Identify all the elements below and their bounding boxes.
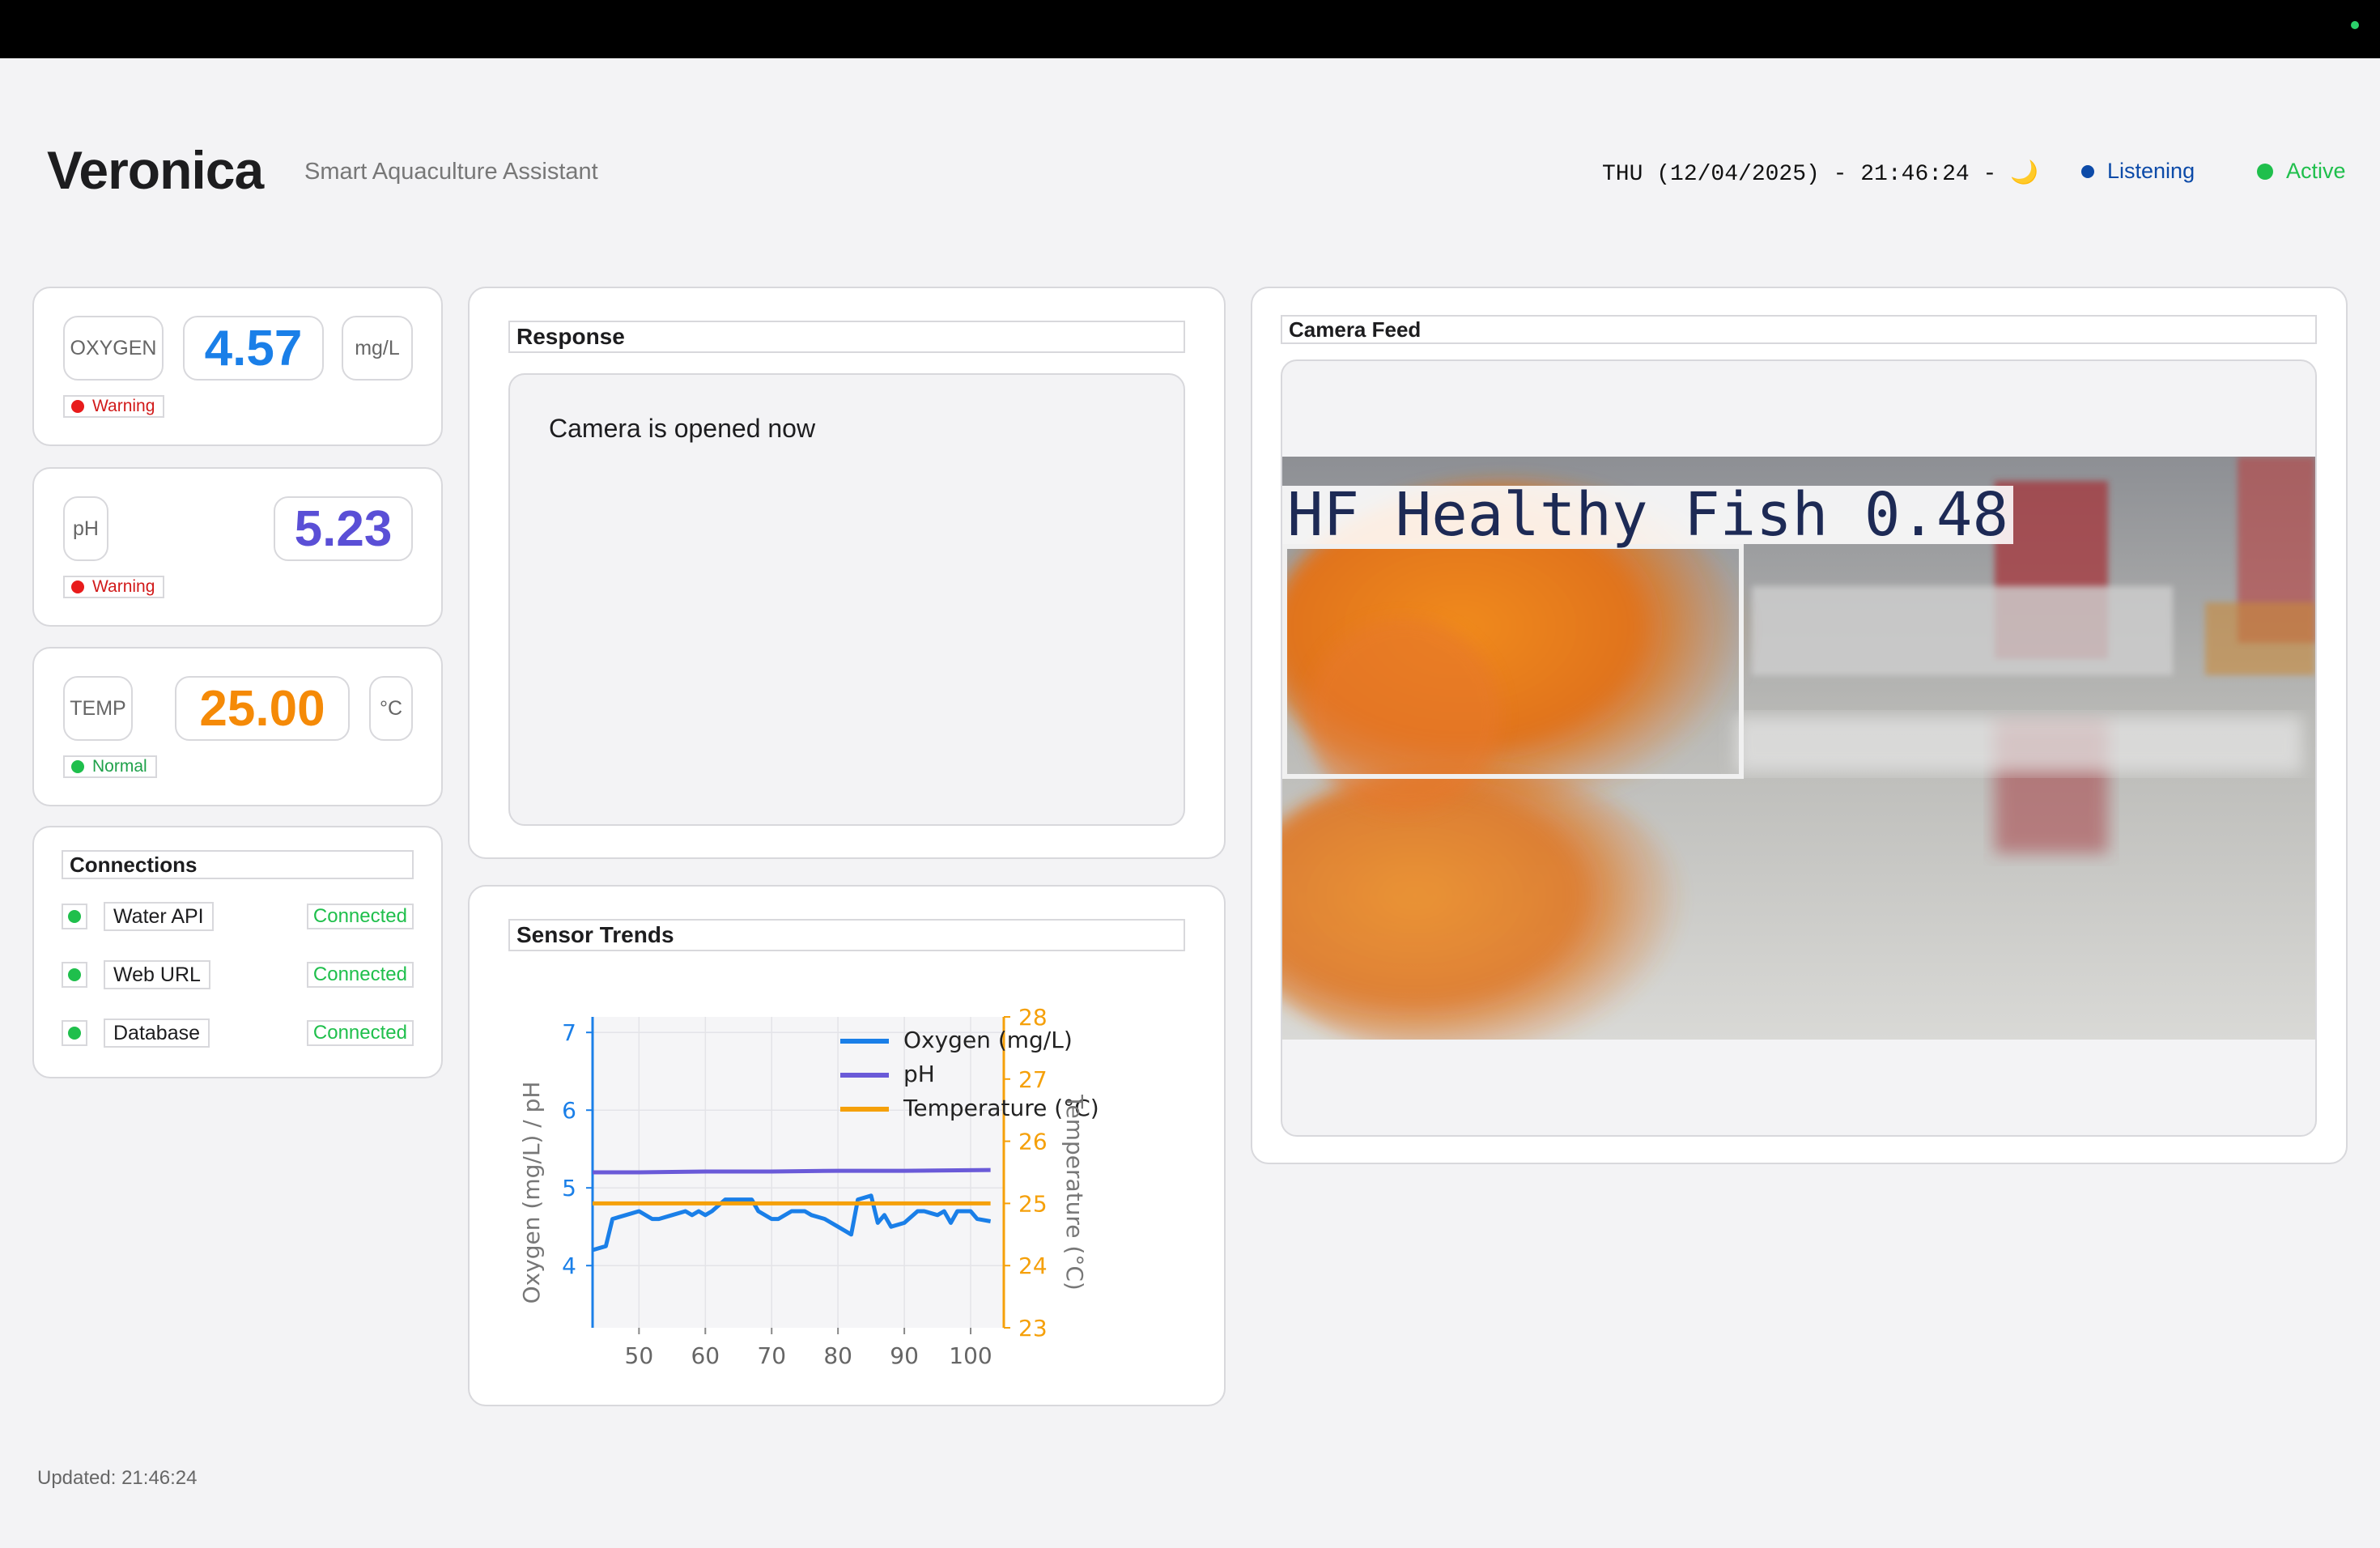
active-dot-icon <box>2257 163 2273 180</box>
camera-feed-image: HF Healthy Fish 0.48 <box>1282 457 2315 1040</box>
ph-status-badge: Warning <box>63 576 165 598</box>
top-bar <box>0 0 2380 58</box>
temp-card: TEMP 25.00 °C Normal <box>32 647 443 806</box>
app-tagline: Smart Aquaculture Assistant <box>304 159 598 185</box>
series-line <box>593 1167 991 1175</box>
oxygen-unit: mg/L <box>342 316 413 381</box>
temp-label: TEMP <box>63 676 133 741</box>
warning-dot-icon <box>71 580 84 593</box>
y2-tick-label: 27 <box>1018 1066 1048 1093</box>
recording-indicator-icon <box>2351 21 2359 29</box>
last-updated: Updated: 21:46:24 <box>37 1467 198 1489</box>
ph-value: 5.23 <box>274 496 413 561</box>
temp-unit: °C <box>369 676 413 741</box>
detection-label: HF Healthy Fish 0.48 <box>1282 485 2014 545</box>
x-tick-label: 70 <box>757 1342 786 1368</box>
oxygen-label: OXYGEN <box>63 316 164 381</box>
connection-status: Connected <box>306 1020 414 1046</box>
listening-dot-icon <box>2081 164 2094 178</box>
sensor-trends-title: Sensor Trends <box>508 919 1185 951</box>
y2-tick-label: 25 <box>1018 1190 1048 1217</box>
camera-title: Camera Feed <box>1281 315 2317 344</box>
connection-row-database: Database Connected <box>62 1019 414 1048</box>
temp-value: 25.00 <box>175 676 350 741</box>
y2-axis-label: Temperature (°C) <box>1061 1094 1088 1291</box>
status-dot-icon <box>62 1020 87 1046</box>
sensor-trends-svg: 50 60 70 80 90 1004567232425262728Oxygen (mg/… <box>518 1004 1099 1369</box>
y-axis-label: Oxygen (mg/L) / pH <box>518 1082 545 1304</box>
y-tick-label: 5 <box>562 1175 576 1201</box>
x-tick-label: 80 <box>823 1342 852 1368</box>
ph-label: pH <box>63 496 108 561</box>
connection-status: Connected <box>306 962 414 988</box>
detection-bounding-box <box>1282 544 1744 779</box>
active-status: Active <box>2257 159 2346 184</box>
y-tick-label: 6 <box>562 1097 576 1124</box>
active-label: Active <box>2286 159 2346 183</box>
temp-status: Normal <box>92 757 147 776</box>
y2-tick-label: 26 <box>1018 1129 1048 1155</box>
listening-label: Listening <box>2107 159 2195 183</box>
ph-status: Warning <box>92 577 155 596</box>
datetime-display: THU (12/04/2025) - 21:46:24 - 🌙 <box>1602 162 2038 187</box>
legend-label: pH <box>903 1061 935 1087</box>
oxygen-value: 4.57 <box>183 316 324 381</box>
connection-name: Web URL <box>104 960 210 989</box>
x-tick-label: 60 <box>691 1342 720 1368</box>
connection-row-web-url: Web URL Connected <box>62 960 414 989</box>
normal-dot-icon <box>71 760 84 773</box>
app-title: Veronica <box>47 140 264 200</box>
y2-tick-label: 24 <box>1018 1252 1048 1279</box>
response-text: Camera is opened now <box>549 414 816 443</box>
status-dot-icon <box>62 962 87 988</box>
temp-status-badge: Normal <box>63 755 157 778</box>
sensor-trends-chart: 50 60 70 80 90 100 4 5 6 7 23 24 25 26 27 28 Oxygen (mg/… <box>502 996 1101 1369</box>
legend-label: Oxygen (mg/L) <box>903 1027 1073 1053</box>
oxygen-status: Warning <box>92 397 155 415</box>
listening-status: Listening <box>2081 159 2195 184</box>
oxygen-card: OXYGEN 4.57 mg/L Warning <box>32 287 443 446</box>
oxygen-status-badge: Warning <box>63 395 165 418</box>
connections-title: Connections <box>62 850 414 879</box>
response-title: Response <box>508 321 1185 353</box>
x-tick-label: 50 <box>625 1342 654 1368</box>
connection-status: Connected <box>306 904 414 929</box>
ph-card: pH 5.23 Warning <box>32 467 443 627</box>
y2-tick-label: 23 <box>1018 1315 1048 1342</box>
x-tick-label: 90 <box>890 1342 919 1368</box>
response-panel: Camera is opened now <box>508 373 1185 826</box>
connection-name: Database <box>104 1019 210 1048</box>
connection-row-water-api: Water API Connected <box>62 902 414 931</box>
y-tick-label: 4 <box>562 1252 576 1279</box>
warning-dot-icon <box>71 400 84 413</box>
connection-name: Water API <box>104 902 214 931</box>
x-tick-label: 100 <box>949 1342 992 1368</box>
y-tick-label: 7 <box>562 1019 576 1046</box>
status-dot-icon <box>62 904 87 929</box>
